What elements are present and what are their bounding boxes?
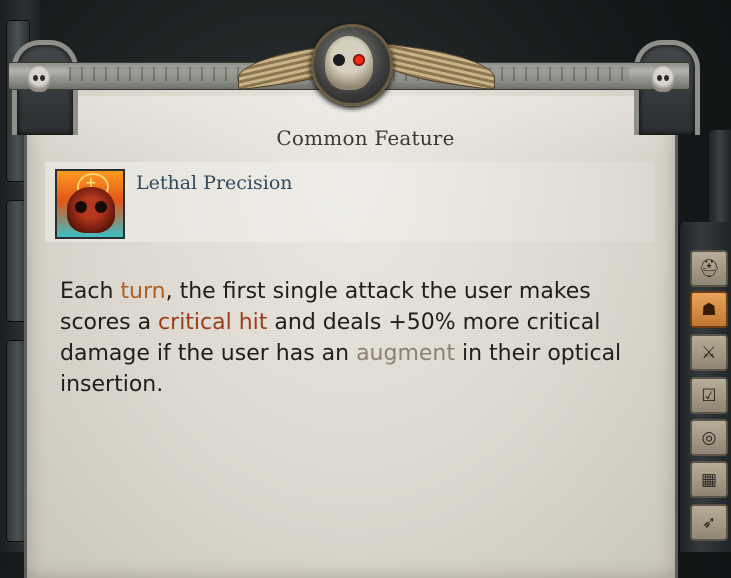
ship-icon: ➶ [701,512,717,533]
skull-bionic-eye [353,54,365,66]
keyword-critical-hit[interactable]: critical hit [158,310,267,335]
keyword-augment[interactable]: augment [356,341,455,366]
tab-checklist[interactable]: ☑ [690,377,728,414]
feature-name: Lethal Precision [136,172,293,194]
target-icon: ◎ [701,427,717,448]
helmet-icon: ⛑ [698,258,720,279]
tab-building[interactable]: ▦ [690,461,728,498]
tab-helmet[interactable]: ⛑ [690,250,728,287]
tab-character[interactable]: ☗ [690,291,728,328]
red-skull-shape [67,187,115,233]
panel-title: Common Feature [276,126,455,150]
feature-description: Each turn, the first single attack the u… [60,276,640,400]
keyword-turn[interactable]: turn [120,279,165,304]
desc-text: Each [60,279,121,304]
skull-crosshair-icon: + [55,169,125,239]
tab-weapon[interactable]: ⚔ [690,334,728,371]
tab-target[interactable]: ◎ [690,419,728,456]
tab-ship[interactable]: ➶ [690,504,728,541]
skull-ornament-left-icon [28,66,50,92]
character-icon: ☗ [701,299,717,320]
building-icon: ▦ [700,469,718,490]
skull-eye-left [333,54,345,66]
skull-ornament-right-icon [652,66,674,92]
checklist-icon: ☑ [701,385,717,406]
cyber-skull-emblem-icon [325,36,373,90]
weapon-icon: ⚔ [701,342,717,363]
